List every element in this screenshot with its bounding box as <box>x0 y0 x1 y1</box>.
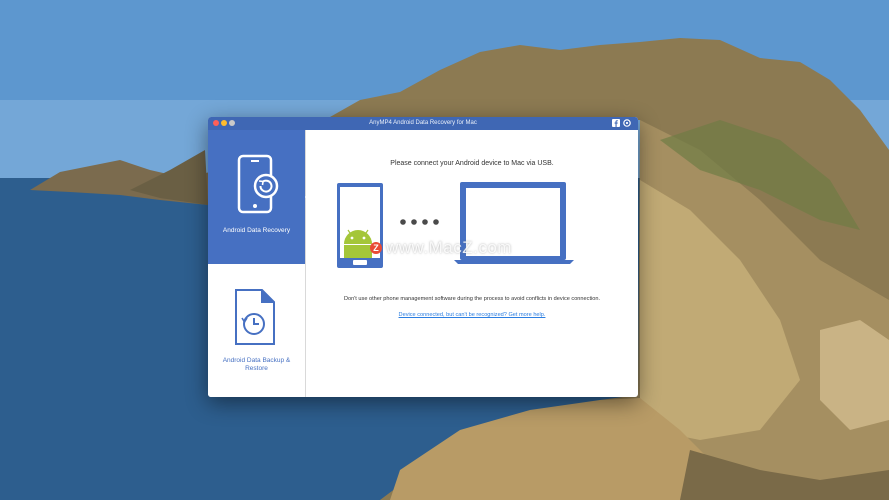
sidebar-item-android-data-backup-restore[interactable]: Android Data Backup & Restore <box>208 264 305 397</box>
connect-instruction: Please connect your Android device to Ma… <box>390 160 554 167</box>
facebook-icon[interactable] <box>612 119 620 127</box>
connection-dots <box>400 219 439 225</box>
sidebar-item-android-data-recovery[interactable]: Android Data Recovery <box>208 130 310 264</box>
watermark-badge: Z <box>370 242 382 254</box>
phone-recovery-icon <box>237 154 279 214</box>
window-title: AnyMP4 Android Data Recovery for Mac <box>369 120 477 126</box>
settings-icon[interactable] <box>623 119 631 127</box>
help-link[interactable]: Device connected, but can't be recognize… <box>306 312 638 318</box>
title-bar[interactable]: AnyMP4 Android Data Recovery for Mac <box>208 117 638 130</box>
main-panel: Please connect your Android device to Ma… <box>306 130 638 397</box>
sidebar: Android Data Recovery Android Data Backu… <box>208 130 310 397</box>
sidebar-item-label: Android Data Recovery <box>222 227 291 234</box>
watermark-text: www.MacZ.com <box>386 238 512 257</box>
app-window: AnyMP4 Android Data Recovery for Mac And… <box>208 117 638 397</box>
backup-restore-icon <box>235 289 275 345</box>
warning-text: Don't use other phone management softwar… <box>343 296 601 302</box>
android-phone-icon <box>337 183 383 268</box>
sidebar-item-label: Android Data Backup & Restore <box>222 357 291 372</box>
